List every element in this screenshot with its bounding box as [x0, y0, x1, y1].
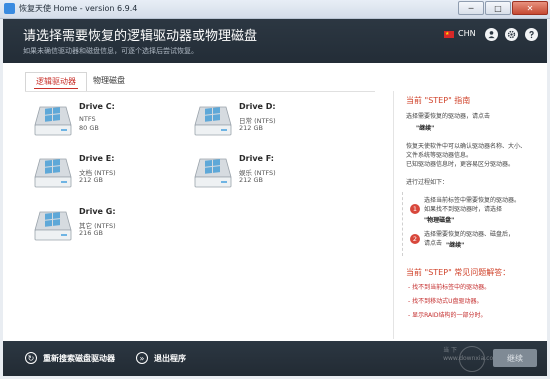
china-flag-icon[interactable]: ★ — [444, 31, 454, 38]
language-selector[interactable]: CHN — [458, 29, 476, 38]
hard-drive-icon — [34, 158, 72, 188]
page-title: 请选择需要恢复的逻辑驱动器或物理磁盘 — [23, 29, 258, 44]
drive-name: Drive E: — [79, 154, 115, 163]
guide-para-line1: 恢复天使软件中可以确认驱动器名称、大小、 — [406, 143, 527, 150]
main-content: 逻辑驱动器 物理磁盘 Drive C: NTFS 80 GB Drive D: — [3, 63, 547, 341]
account-button[interactable] — [485, 28, 498, 41]
window-controls: ─ □ ✕ — [458, 1, 548, 15]
app-header: 请选择需要恢复的逻辑驱动器或物理磁盘 如果未确信驱动器和磁盘信息，可逐个选择后尝… — [3, 19, 547, 63]
rescan-label: 重新搜索磁盘驱动器 — [43, 353, 115, 363]
drive-size: 212 GB — [239, 176, 263, 184]
drive-size: 212 GB — [239, 124, 263, 132]
exit-label: 退出程序 — [154, 353, 186, 363]
minimize-button[interactable]: ─ — [458, 1, 484, 15]
drive-size: 212 GB — [79, 176, 103, 184]
guide-para-line2: 文件系统等驱动器信息。 — [406, 152, 473, 159]
faq-link-2[interactable]: - 找不到移动式U盘驱动器。 — [408, 296, 482, 305]
hard-drive-icon — [194, 158, 232, 188]
guide-title: 当前 "STEP" 指南 — [406, 96, 471, 105]
hard-drive-icon — [34, 211, 72, 241]
drive-name: Drive G: — [79, 207, 116, 216]
guide-intro-continue: "继续" — [416, 125, 435, 132]
settings-button[interactable] — [505, 28, 518, 41]
maximize-button[interactable]: □ — [485, 1, 511, 15]
faq-link-3[interactable]: - 显示RAID结构的一部分时。 — [408, 310, 487, 319]
flag-star: ★ — [445, 31, 450, 37]
step-1-line1: 选择当前标签中需要恢复的驱动器。 — [424, 197, 521, 204]
faq-title: 当前 "STEP" 常见问题解答： — [406, 268, 511, 277]
rescan-drives-button[interactable]: ↻ 重新搜索磁盘驱动器 — [25, 350, 115, 366]
drive-item-e[interactable]: Drive E: 文档 (NTFS) 212 GB — [33, 153, 173, 197]
gear-icon — [507, 30, 516, 39]
tab-divider — [25, 91, 375, 92]
drive-name: Drive D: — [239, 102, 276, 111]
step-2-line2: 请点击 — [424, 240, 443, 247]
help-button[interactable] — [525, 28, 538, 41]
drive-size: 216 GB — [79, 229, 103, 237]
close-button[interactable]: ✕ — [512, 1, 548, 15]
guide-intro: 选择需要恢复的驱动器，请点击 — [406, 113, 491, 120]
exit-program-button[interactable]: » 退出程序 — [136, 350, 186, 366]
step-1-line2: 如果找不到驱动器时，请选择 — [424, 206, 503, 213]
user-icon — [488, 31, 495, 39]
drive-item-f[interactable]: Drive F: 娱乐 (NTFS) 212 GB — [193, 153, 333, 197]
watermark-text: 当 下 www.downxia.com — [443, 347, 499, 363]
page-subtitle: 如果未确信驱动器和磁盘信息，可逐个选择后尝试恢复。 — [23, 47, 198, 55]
drive-name: Drive F: — [239, 154, 274, 163]
hard-drive-icon — [34, 106, 72, 136]
window-titlebar: 恢复天使 Home - version 6.9.4 ─ □ ✕ — [0, 0, 550, 19]
bottom-toolbar: ↻ 重新搜索磁盘驱动器 » 退出程序 当 下 www.downxia.com 继… — [3, 341, 547, 376]
drive-size: 80 GB — [79, 124, 99, 132]
help-icon — [529, 31, 534, 39]
step-number-1: 1 — [410, 204, 420, 214]
tab-physical-disks[interactable]: 物理磁盘 — [93, 75, 125, 86]
step-number-2: 2 — [410, 234, 420, 244]
step-guide-panel: 当前 "STEP" 指南 选择需要恢复的驱动器，请点击 "继续" 恢复天使软件中… — [393, 91, 542, 339]
exit-icon: » — [136, 352, 148, 364]
window-title: 恢复天使 Home - version 6.9.4 — [19, 4, 138, 13]
step-1-bold: "物理磁盘" — [424, 217, 455, 224]
app-logo-icon — [4, 3, 15, 14]
drive-filesystem: NTFS — [79, 115, 96, 123]
watermark-line2: www.downxia.com — [443, 355, 499, 362]
step-2-bold: "继续" — [446, 242, 465, 249]
continue-button[interactable]: 继续 — [493, 349, 537, 367]
guide-process-label: 进行过程如下： — [406, 179, 449, 186]
drive-item-g[interactable]: Drive G: 其它 (NTFS) 216 GB — [33, 206, 173, 250]
drive-name: Drive C: — [79, 102, 115, 111]
hard-drive-icon — [194, 106, 232, 136]
faq-link-1[interactable]: - 找不到当前标签中的驱动器。 — [408, 282, 490, 291]
refresh-icon: ↻ — [25, 352, 37, 364]
step-2-line1: 选择需要恢复的驱动器、磁盘后， — [424, 231, 515, 238]
tab-logical-drives[interactable]: 逻辑驱动器 — [25, 72, 87, 92]
guide-para-line3: 已知驱动器信息时，更容易区分驱动器。 — [406, 161, 515, 168]
drive-item-d[interactable]: Drive D: 日常 (NTFS) 212 GB — [193, 101, 333, 145]
drive-item-c[interactable]: Drive C: NTFS 80 GB — [33, 101, 173, 145]
watermark-line1: 当 下 — [443, 347, 458, 354]
